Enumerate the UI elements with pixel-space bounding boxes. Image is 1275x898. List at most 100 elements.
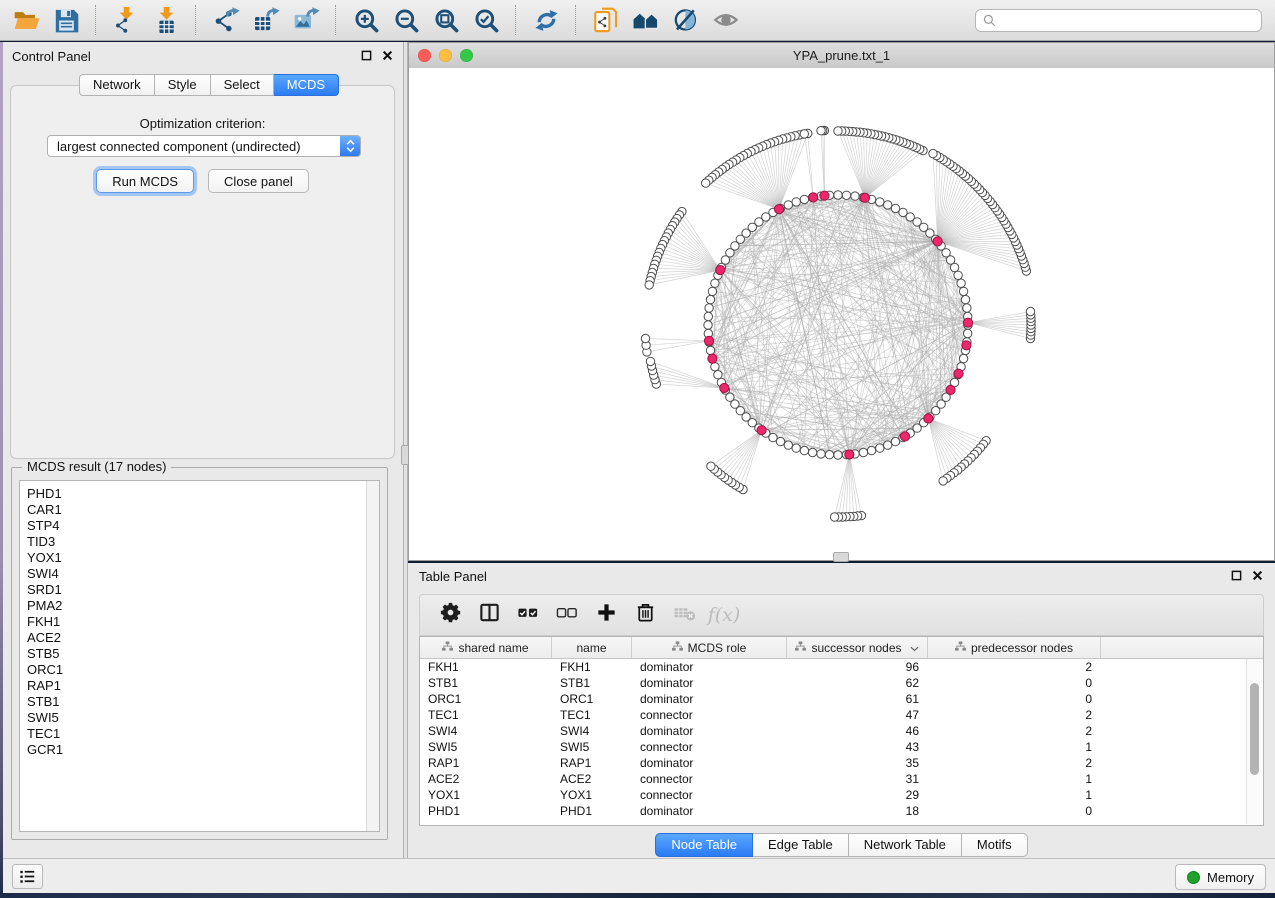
- table-row[interactable]: FKH1FKH1dominator962: [420, 659, 1263, 675]
- export-image-button[interactable]: [288, 3, 324, 37]
- minimize-window-icon[interactable]: [439, 49, 452, 62]
- tab-motifs[interactable]: Motifs: [962, 833, 1028, 857]
- hide-graphics-details-button[interactable]: [668, 3, 704, 37]
- table-cell: dominator: [632, 676, 787, 690]
- zoom-in-button[interactable]: [348, 3, 384, 37]
- attribute-type-icon: [672, 641, 683, 655]
- table-cell: PHD1: [552, 804, 632, 818]
- tab-style[interactable]: Style: [155, 74, 211, 96]
- table-row[interactable]: PHD1PHD1dominator180: [420, 803, 1263, 819]
- tab-network-table[interactable]: Network Table: [849, 833, 962, 857]
- list-scrollbar[interactable]: [366, 481, 379, 831]
- table-cell: YOX1: [420, 788, 552, 802]
- column-header-predecessor-nodes[interactable]: predecessor nodes: [928, 637, 1101, 658]
- float-panel-icon[interactable]: [361, 50, 372, 61]
- network-titlebar: YPA_prune.txt_1: [409, 43, 1274, 69]
- mcds-result-item[interactable]: TID3: [27, 534, 379, 550]
- mcds-result-item[interactable]: PMA2: [27, 598, 379, 614]
- table-cell: ACE2: [420, 772, 552, 786]
- show-graphics-details-button[interactable]: [708, 3, 744, 37]
- tab-mcds[interactable]: MCDS: [274, 74, 339, 96]
- duplicate-network-button[interactable]: [588, 3, 624, 37]
- save-session-button[interactable]: [48, 3, 84, 37]
- select-all-columns-button[interactable]: [515, 602, 541, 628]
- deselect-all-columns-icon: [556, 601, 579, 629]
- table-options-gear-button[interactable]: [437, 602, 463, 628]
- table-cell: 2: [928, 660, 1101, 674]
- table-header-row: shared namenameMCDS rolesuccessor nodes p…: [420, 637, 1263, 659]
- column-header-successor-nodes[interactable]: successor nodes: [787, 637, 928, 658]
- column-header-name[interactable]: name: [552, 637, 632, 658]
- mcds-result-item[interactable]: FKH1: [27, 614, 379, 630]
- import-network-button[interactable]: [108, 3, 144, 37]
- table-row[interactable]: TEC1TEC1connector472: [420, 707, 1263, 723]
- close-panel-icon[interactable]: [382, 50, 393, 61]
- network-canvas[interactable]: [409, 68, 1274, 560]
- optimization-criterion-select[interactable]: largest connected component (undirected): [47, 135, 361, 157]
- run-mcds-button[interactable]: Run MCDS: [96, 169, 194, 193]
- table-cell: TEC1: [552, 708, 632, 722]
- table-cell: 61: [787, 692, 928, 706]
- tab-edge-table[interactable]: Edge Table: [753, 833, 849, 857]
- mcds-result-item[interactable]: SWI5: [27, 710, 379, 726]
- close-panel-icon[interactable]: [1252, 570, 1263, 581]
- window-traffic-lights: [418, 49, 473, 62]
- zoom-selected-icon: [473, 7, 500, 34]
- export-table-button[interactable]: [248, 3, 284, 37]
- task-history-button[interactable]: [12, 864, 43, 889]
- zoom-window-icon[interactable]: [460, 49, 473, 62]
- mcds-result-item[interactable]: STB5: [27, 646, 379, 662]
- close-panel-button[interactable]: Close panel: [208, 169, 309, 193]
- save-session-icon: [53, 7, 80, 34]
- mcds-result-item[interactable]: ACE2: [27, 630, 379, 646]
- scrollbar-thumb[interactable]: [1250, 683, 1259, 775]
- attribute-type-icon: [955, 641, 966, 655]
- delete-columns-button[interactable]: [632, 602, 658, 628]
- create-column-button[interactable]: [593, 602, 619, 628]
- close-window-icon[interactable]: [418, 49, 431, 62]
- zoom-fit-button[interactable]: [428, 3, 464, 37]
- column-header-shared-name[interactable]: shared name: [420, 637, 552, 658]
- tab-network[interactable]: Network: [79, 74, 155, 96]
- zoom-selected-button[interactable]: [468, 3, 504, 37]
- table-row[interactable]: YOX1YOX1connector291: [420, 787, 1263, 803]
- mcds-result-item[interactable]: ORC1: [27, 662, 379, 678]
- open-file-button[interactable]: [8, 3, 44, 37]
- table-row[interactable]: RAP1RAP1dominator352: [420, 755, 1263, 771]
- table-row[interactable]: STB1STB1dominator620: [420, 675, 1263, 691]
- mcds-result-item[interactable]: TEC1: [27, 726, 379, 742]
- table-row[interactable]: SWI5SWI5connector431: [420, 739, 1263, 755]
- mcds-result-item[interactable]: STP4: [27, 518, 379, 534]
- refresh-layout-button[interactable]: [528, 3, 564, 37]
- import-table-button[interactable]: [148, 3, 184, 37]
- table-cell: FKH1: [552, 660, 632, 674]
- horizontal-splitter-handle[interactable]: [833, 552, 849, 562]
- deselect-all-columns-button[interactable]: [554, 602, 580, 628]
- tab-node-table[interactable]: Node Table: [655, 833, 753, 857]
- first-neighbors-button[interactable]: [628, 3, 664, 37]
- mcds-result-item[interactable]: SWI4: [27, 566, 379, 582]
- network-graph[interactable]: [409, 68, 1274, 560]
- mcds-result-item[interactable]: PHD1: [27, 486, 379, 502]
- memory-button[interactable]: Memory: [1175, 864, 1266, 890]
- export-network-button[interactable]: [208, 3, 244, 37]
- table-scrollbar[interactable]: [1246, 659, 1262, 824]
- mcds-result-item[interactable]: YOX1: [27, 550, 379, 566]
- search-box[interactable]: [975, 9, 1262, 32]
- table-row[interactable]: SWI4SWI4dominator462: [420, 723, 1263, 739]
- zoom-out-button[interactable]: [388, 3, 424, 37]
- float-panel-icon[interactable]: [1231, 570, 1242, 581]
- tab-select[interactable]: Select: [211, 74, 274, 96]
- table-row[interactable]: ORC1ORC1dominator610: [420, 691, 1263, 707]
- column-header-mcds-role[interactable]: MCDS role: [632, 637, 787, 658]
- mcds-result-item[interactable]: CAR1: [27, 502, 379, 518]
- mcds-result-item[interactable]: RAP1: [27, 678, 379, 694]
- show-columns-button[interactable]: [476, 602, 502, 628]
- column-label: predecessor nodes: [971, 641, 1073, 655]
- table-row[interactable]: ACE2ACE2connector311: [420, 771, 1263, 787]
- mcds-result-item[interactable]: GCR1: [27, 742, 379, 758]
- mcds-result-list[interactable]: PHD1CAR1STP4TID3YOX1SWI4SRD1PMA2FKH1ACE2…: [19, 480, 380, 832]
- search-input[interactable]: [997, 13, 1261, 29]
- mcds-result-item[interactable]: SRD1: [27, 582, 379, 598]
- mcds-result-item[interactable]: STB1: [27, 694, 379, 710]
